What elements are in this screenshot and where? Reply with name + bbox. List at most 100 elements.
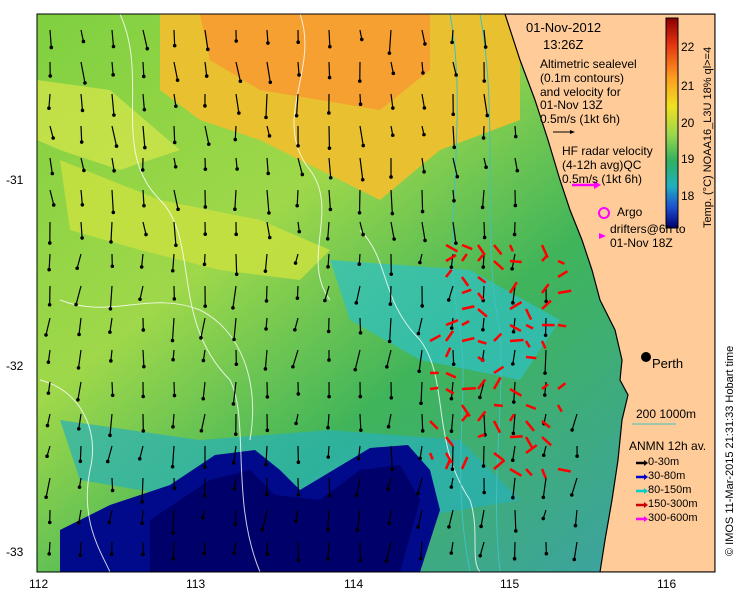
lat-tick: -31	[6, 173, 24, 187]
depth-contour-legend: 200 1000m	[636, 407, 697, 421]
altimetry-arrow-head	[172, 43, 177, 48]
drifters-legend-text: drifters@6h to 01-Nov 18Z	[610, 222, 686, 251]
lat-tick: -33	[6, 545, 24, 559]
altimetry-arrow-head	[77, 520, 81, 525]
altimetry-arrow-head	[479, 524, 483, 529]
altimetry-arrow-head	[327, 358, 331, 362]
altimetry-arrow-head	[203, 304, 208, 308]
altimetry-arrow	[79, 445, 82, 462]
altimetry-arrow-head	[416, 491, 420, 496]
altimetry-arrow-head	[234, 232, 238, 237]
anmn-item-3: 80-150m	[648, 484, 692, 496]
colorbar-tick: 21	[681, 79, 695, 93]
altimetry-arrow-head	[44, 495, 48, 500]
altimetry-arrow	[359, 413, 362, 431]
altimetry-arrow-head	[295, 203, 299, 208]
altimetry-arrow-head	[267, 134, 272, 138]
altimetry-arrow-head	[418, 556, 423, 561]
altimetry-arrow-head	[511, 495, 515, 500]
city-label-perth: Perth	[652, 356, 684, 371]
altimetry-arrow-head	[142, 203, 146, 208]
altimetry-arrow-head	[447, 525, 451, 529]
altimetry-arrow-head	[232, 337, 236, 342]
altimetry-arrow-head	[418, 456, 422, 461]
altimetry-arrow-head	[83, 81, 87, 85]
altimetry-arrow-head	[452, 198, 456, 203]
altimetry-arrow-head	[416, 525, 420, 529]
altimetry-arrow-head	[326, 527, 330, 532]
altimetry-arrow-head	[233, 522, 238, 527]
altimetry-arrow-head	[389, 272, 394, 276]
altimetry-arrow-head	[232, 551, 236, 555]
altimetry-arrow-head	[265, 552, 270, 557]
altimetry-arrow-head	[328, 44, 332, 49]
altimetry-arrow-head	[480, 205, 485, 210]
altimetry-arrow-head	[422, 132, 426, 137]
altimetry-arrow-head	[449, 485, 454, 489]
altimetry-arrow-head	[541, 516, 546, 521]
altimetry-arrow	[235, 253, 238, 275]
altimetry-arrow-head	[77, 485, 82, 489]
altimetry-arrow-head	[171, 425, 175, 429]
altimetry-arrow	[265, 285, 268, 301]
colorbar	[665, 17, 679, 229]
altimetry-arrow-head	[297, 73, 301, 77]
altimetry-arrow-head	[510, 266, 514, 271]
altimetry-arrow-head	[512, 556, 517, 561]
altimetry-arrow-head	[296, 40, 300, 44]
altimetry-arrow-head	[449, 551, 454, 555]
altimetry-arrow-head	[328, 175, 333, 180]
altimetry-arrow-head	[204, 74, 209, 78]
altimetry-arrow-head	[234, 39, 239, 43]
altimetry-arrow-head	[48, 74, 53, 78]
altimetry-arrow-head	[513, 134, 518, 139]
altimetry-arrow-head	[111, 44, 116, 49]
altimetry-arrow-head	[109, 359, 113, 363]
altimetry-arrow	[79, 541, 82, 556]
altimetry-arrow-head	[114, 144, 119, 148]
altimetry-arrow-head	[296, 392, 301, 396]
altimetry-arrow	[296, 189, 299, 206]
lon-tick: 112	[29, 577, 49, 591]
altimetry-arrow-head	[202, 551, 207, 556]
anmn-legend-title: ANMN 12h av.	[629, 439, 707, 453]
altimetry-arrow-head	[420, 209, 425, 214]
altimetry-arrow-head	[387, 51, 392, 55]
altimetry-arrow-head	[543, 371, 547, 375]
altimetry-arrow-head	[482, 79, 487, 83]
altimetry-arrow-head	[355, 528, 360, 532]
altimetry-arrow-head	[358, 394, 363, 399]
altimetry-arrow-head	[202, 262, 207, 267]
altimetry-arrow-head	[199, 428, 204, 433]
altimetry-arrow-head	[173, 164, 178, 169]
altimetry-arrow-head	[264, 115, 268, 120]
altimetry-arrow-head	[328, 207, 333, 212]
altimetry-arrow	[328, 477, 331, 496]
altimetry-arrow	[296, 285, 299, 299]
altimetry-arrow-head	[354, 301, 359, 305]
altimetry-arrow-head	[294, 421, 298, 426]
altimetry-arrow-head	[142, 74, 146, 79]
colorbar-tick: 18	[681, 189, 695, 203]
altimetry-arrow-head	[267, 211, 271, 215]
altimetry-arrow-head	[569, 493, 574, 497]
hf-radar-arrow	[461, 387, 476, 391]
hf-radar-arrow	[509, 338, 524, 343]
altimetry-arrow-head	[296, 558, 301, 563]
altimetry-arrow-head	[46, 360, 51, 364]
altimetry-arrow-head	[326, 455, 331, 459]
altimetry-arrow-head	[231, 306, 235, 310]
altimetry-arrow-head	[199, 336, 203, 340]
argo-label: Argo	[617, 205, 643, 219]
altimetry-arrow-head	[449, 429, 454, 433]
altimetry-arrow-head	[327, 493, 332, 498]
altimetry-arrow-head	[326, 557, 330, 561]
hf-legend-text: HF radar velocity (4-12h avg)QC 0.5m/s (…	[562, 144, 653, 186]
altimetry-arrow	[421, 413, 424, 431]
altimetry-arrow-head	[297, 229, 302, 234]
altimetry-arrow-head	[452, 145, 457, 150]
drifters-line-2: 01-Nov 18Z	[610, 235, 673, 250]
drifters-line-1: drifters@6h to	[610, 222, 686, 236]
altimetry-arrow-head	[481, 327, 485, 332]
altimetry-arrow-head	[386, 424, 391, 429]
